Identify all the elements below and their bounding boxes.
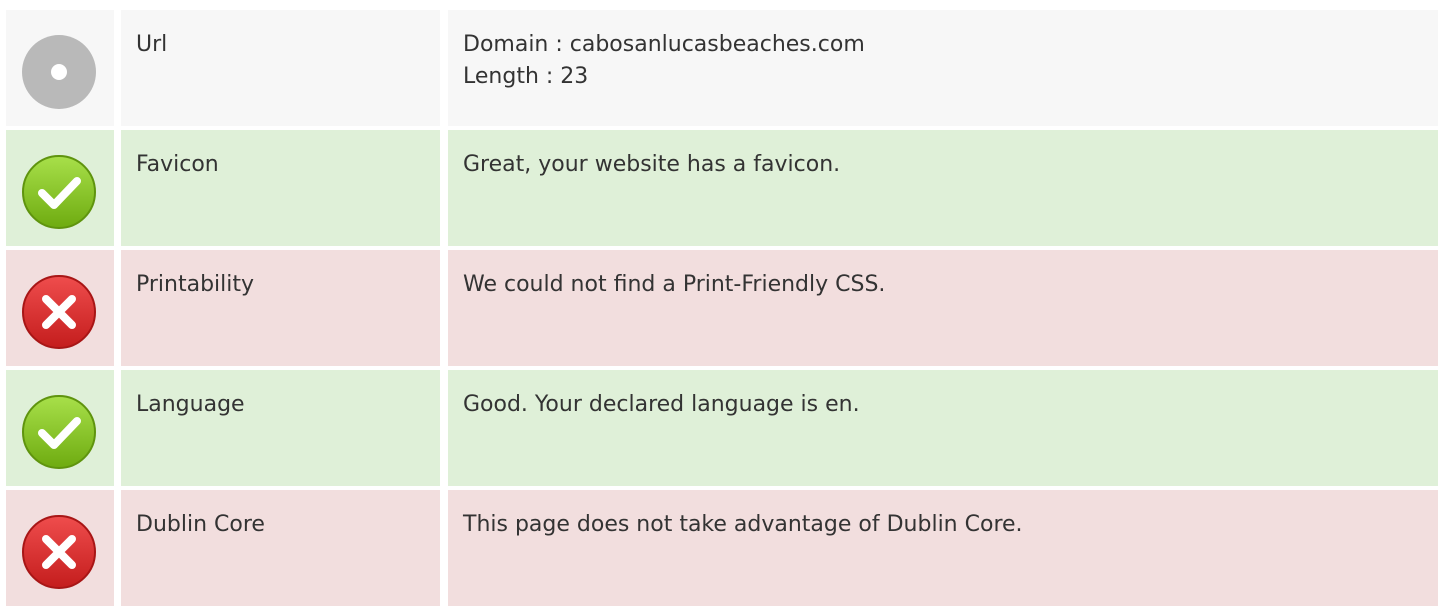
status-cell: [6, 490, 114, 606]
status-cell: [6, 370, 114, 486]
check-icon: [22, 395, 96, 469]
row-label: Url: [136, 32, 168, 57]
cross-icon: [22, 275, 96, 349]
length-detail: Length : 23: [463, 64, 589, 89]
status-cell: [6, 10, 114, 126]
row-label: Dublin Core: [136, 512, 265, 537]
printability-detail: We could not find a Print-Friendly CSS.: [463, 272, 886, 297]
row-details-cell: Good. Your declared language is en.: [448, 370, 1438, 486]
row-label: Favicon: [136, 152, 219, 177]
row-label-cell: Url: [121, 10, 440, 126]
report-row-printability: Printability We could not find a Print-F…: [6, 250, 1438, 366]
report-row-favicon: Favicon Great, your website has a favico…: [6, 130, 1438, 246]
row-details-cell: This page does not take advantage of Dub…: [448, 490, 1438, 606]
row-details-cell: We could not find a Print-Friendly CSS.: [448, 250, 1438, 366]
favicon-detail: Great, your website has a favicon.: [463, 152, 841, 177]
row-details-cell: Great, your website has a favicon.: [448, 130, 1438, 246]
report-row-language: Language Good. Your declared language is…: [6, 370, 1438, 486]
status-cell: [6, 250, 114, 366]
report-row-dublin-core: Dublin Core This page does not take adva…: [6, 490, 1438, 606]
row-label: Printability: [136, 272, 255, 297]
neutral-dot-icon: [22, 35, 96, 109]
seo-report-table: Url Domain : cabosanlucasbeaches.com Len…: [0, 0, 1450, 606]
domain-detail: Domain : cabosanlucasbeaches.com: [463, 32, 865, 57]
dublin-core-detail: This page does not take advantage of Dub…: [463, 512, 1023, 537]
row-label-cell: Printability: [121, 250, 440, 366]
row-label-cell: Dublin Core: [121, 490, 440, 606]
row-details-cell: Domain : cabosanlucasbeaches.com Length …: [448, 10, 1438, 126]
status-cell: [6, 130, 114, 246]
row-label: Language: [136, 392, 245, 417]
cross-icon: [22, 515, 96, 589]
report-row-url: Url Domain : cabosanlucasbeaches.com Len…: [6, 10, 1438, 126]
language-detail: Good. Your declared language is en.: [463, 392, 860, 417]
row-label-cell: Favicon: [121, 130, 440, 246]
row-label-cell: Language: [121, 370, 440, 486]
check-icon: [22, 155, 96, 229]
